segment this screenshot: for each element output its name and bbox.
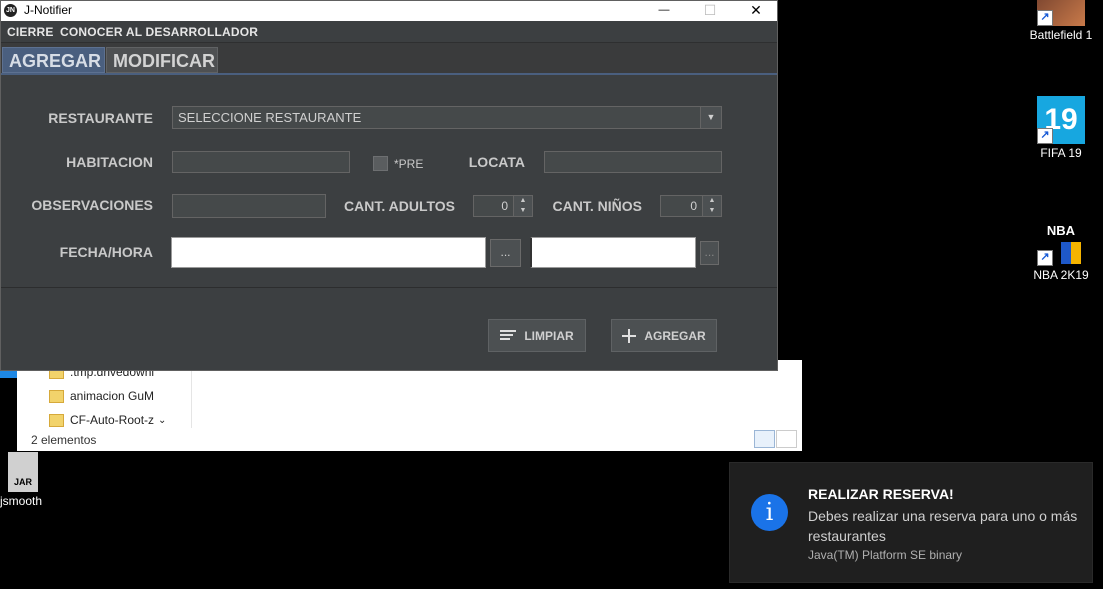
desktop-icon-label: FIFA 19 [1040, 146, 1082, 160]
observaciones-label: OBSERVACIONES [31, 197, 153, 213]
minimize-button[interactable]: — [641, 1, 687, 21]
explorer-status: 2 elementos [31, 433, 97, 447]
desktop-icon-fifa[interactable]: 19 ↗ FIFA 19 [1026, 96, 1096, 160]
window-title: J-Notifier [24, 3, 73, 17]
habitacion-label: HABITACION [66, 154, 153, 170]
pre-label: *PRE [394, 157, 424, 171]
fecha-field[interactable] [171, 237, 486, 268]
plus-icon [622, 328, 637, 343]
spinner-arrows-icon[interactable]: ▲ ▼ [513, 196, 532, 216]
restaurante-label: RESTAURANTE [48, 110, 153, 126]
menu-cierre[interactable]: CIERRE [7, 25, 54, 39]
tab-agregar[interactable]: AGREGAR [2, 47, 105, 73]
hora-field[interactable] [530, 237, 696, 268]
battlefield-icon: ↗ [1037, 0, 1085, 26]
limpiar-button[interactable]: LIMPIAR [488, 319, 586, 352]
desktop-icon-battlefield[interactable]: ↗ Battlefield 1 [1026, 0, 1096, 42]
agregar-button[interactable]: AGREGAR [611, 319, 717, 352]
habitacion-field[interactable] [172, 151, 350, 173]
desktop-icon-label: Battlefield 1 [1029, 28, 1093, 42]
fecha-hora-label: FECHA/HORA [59, 244, 153, 260]
fecha-picker-button[interactable]: ... [490, 239, 521, 267]
clear-lines-icon [500, 330, 517, 341]
hora-picker-button[interactable]: ... [700, 241, 719, 265]
folder-icon [49, 389, 64, 403]
restaurante-select[interactable]: SELECCIONE RESTAURANTE ▼ [172, 106, 722, 129]
ninos-spinner[interactable]: 0 ▲ ▼ [660, 195, 722, 217]
large-icons-view-icon[interactable] [776, 430, 797, 448]
toast-source: Java(TM) Platform SE binary [808, 548, 963, 562]
adultos-spinner[interactable]: 0 ▲ ▼ [473, 195, 533, 217]
chevron-down-icon[interactable]: ⌄ [158, 415, 166, 426]
shortcut-arrow-icon: ↗ [1037, 10, 1053, 26]
title-bar[interactable]: JN J-Notifier — ☐ ✕ [1, 1, 777, 21]
locata-field[interactable] [544, 151, 722, 173]
desktop-icon-label: jsmooth [0, 494, 43, 508]
toast-title: REALIZAR RESERVA! [808, 486, 954, 502]
locata-label: LOCATA [468, 154, 525, 170]
shortcut-arrow-icon: ↗ [1037, 250, 1053, 266]
info-icon: i [751, 494, 788, 531]
explorer-item[interactable]: CF-Auto-Root-z ⌄ [45, 408, 191, 432]
desktop-icon-nba[interactable]: NBA ↗ NBA 2K19 [1026, 218, 1096, 282]
toast-notification[interactable]: i REALIZAR RESERVA! Debes realizar una r… [729, 462, 1093, 583]
desktop-icon-jsmooth[interactable]: JAR jsmooth [0, 452, 58, 508]
nba-icon: NBA ↗ [1037, 218, 1085, 266]
observaciones-field[interactable] [172, 194, 326, 218]
j-notifier-window: JN J-Notifier — ☐ ✕ CIERRE CONOCER AL DE… [0, 0, 778, 371]
shortcut-arrow-icon: ↗ [1037, 128, 1053, 144]
toast-body: Debes realizar una reserva para uno o má… [808, 508, 1078, 544]
spinner-arrows-icon[interactable]: ▲ ▼ [702, 196, 721, 216]
app-logo-icon: JN [4, 4, 17, 17]
details-view-icon[interactable] [754, 430, 775, 448]
chevron-down-icon[interactable]: ▼ [700, 107, 721, 128]
divider [1, 287, 777, 288]
tab-modificar[interactable]: MODIFICAR [106, 47, 218, 73]
folder-icon [49, 413, 64, 427]
desktop-icon-label: NBA 2K19 [1033, 268, 1089, 282]
menu-conocer-desarrollador[interactable]: CONOCER AL DESARROLLADOR [60, 25, 258, 39]
maximize-button[interactable]: ☐ [687, 1, 733, 21]
close-button[interactable]: ✕ [733, 1, 779, 21]
file-explorer-window[interactable]: .tmp.drivedownl animacion GuM CF-Auto-Ro… [17, 360, 802, 451]
menu-bar: CIERRE CONOCER AL DESARROLLADOR [1, 21, 777, 43]
fifa-icon: 19 ↗ [1037, 96, 1085, 144]
jar-icon: JAR [8, 452, 38, 492]
explorer-item[interactable]: animacion GuM [45, 384, 191, 408]
tab-bar: AGREGAR MODIFICAR [1, 45, 777, 75]
ninos-label: CANT. NIÑOS [552, 198, 642, 214]
pre-checkbox[interactable] [373, 156, 388, 171]
adultos-label: CANT. ADULTOS [344, 198, 455, 214]
